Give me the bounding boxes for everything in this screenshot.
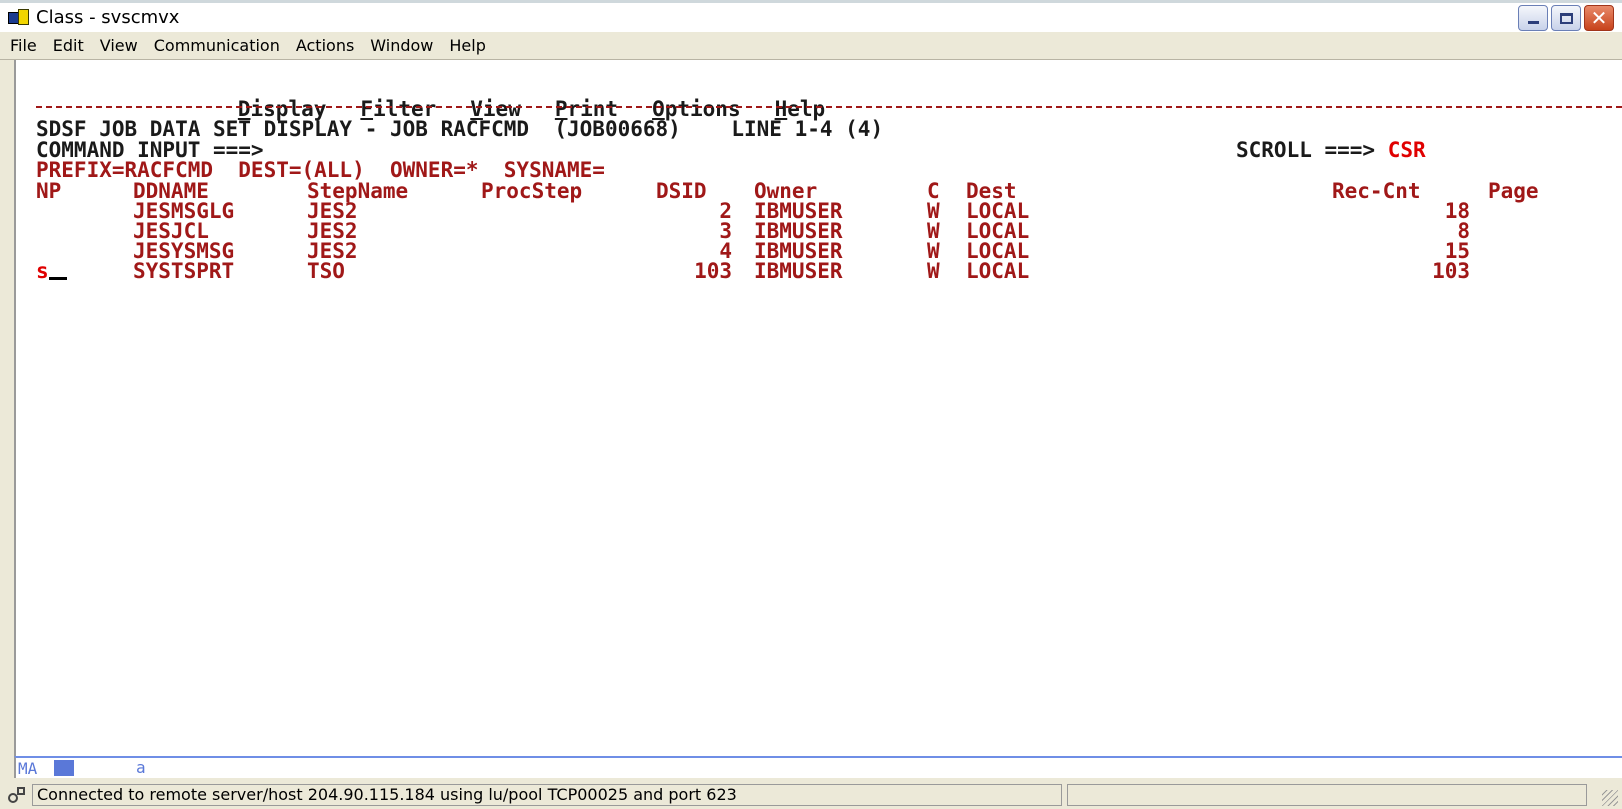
menu-communication[interactable]: Communication	[146, 36, 288, 55]
cell-dsid: 103	[694, 259, 732, 283]
col-reccnt: Rec-Cnt	[1332, 179, 1421, 203]
menu-window[interactable]: Window	[362, 36, 441, 55]
window-title: Class - svscmvx	[36, 7, 180, 28]
window-controls: ✕	[1518, 5, 1614, 31]
np-input-field[interactable]	[36, 221, 96, 242]
network-connection-icon	[6, 785, 28, 805]
menu-bar: File Edit View Communication Actions Win…	[0, 32, 1622, 60]
menu-view[interactable]: View	[92, 36, 146, 55]
panel-header-line: SDSF JOB DATA SET DISPLAY - JOB RACFCMD …	[36, 117, 884, 141]
scroll-label: SCROLL ===>	[1236, 138, 1376, 162]
cell-reccnt: 18	[1444, 199, 1470, 223]
operator-information-area: MA a	[14, 756, 1622, 778]
scroll-value-field[interactable]: CSR	[1388, 138, 1426, 162]
oia-mode: MA	[18, 759, 38, 778]
resize-grip-icon[interactable]	[1602, 790, 1618, 806]
terminal-screen[interactable]: Display Filter View Print Options Help SDSF J…	[14, 60, 1622, 756]
col-np: NP	[36, 179, 62, 203]
terminal-emulator-window: Class - svscmvx ✕ File Edit View Communi…	[0, 0, 1622, 809]
cell-ddname: SYSTSPRT	[133, 259, 235, 283]
menu-actions[interactable]: Actions	[288, 36, 362, 55]
cell-owner: IBMUSER	[754, 259, 843, 283]
np-input-field[interactable]: s	[36, 261, 96, 282]
status-bar: Connected to remote server/host 204.90.1…	[0, 780, 1622, 809]
col-procstep: ProcStep	[481, 179, 583, 203]
col-dsid: DSID	[656, 179, 707, 203]
cell-class: W	[927, 259, 940, 283]
minimize-icon	[1527, 21, 1539, 24]
menu-file[interactable]: File	[0, 36, 45, 55]
action-bar-separator	[36, 106, 1622, 108]
maximize-button[interactable]	[1551, 5, 1581, 31]
maximize-icon	[1559, 12, 1573, 24]
oia-indicator: a	[136, 758, 146, 777]
menu-help[interactable]: Help	[441, 36, 493, 55]
menu-edit[interactable]: Edit	[45, 36, 92, 55]
terminal-session-icon[interactable]	[8, 8, 30, 27]
col-page: Page	[1488, 179, 1539, 203]
np-input-field[interactable]	[36, 201, 96, 222]
text-cursor	[48, 277, 67, 280]
status-panel-empty	[1067, 783, 1587, 806]
cell-stepname: TSO	[307, 259, 345, 283]
minimize-button[interactable]	[1518, 5, 1548, 31]
close-icon: ✕	[1590, 6, 1608, 30]
filter-line: PREFIX=RACFCMD DEST=(ALL) OWNER=* SYSNAM…	[36, 158, 605, 182]
oia-connection-indicator	[54, 760, 74, 776]
close-button[interactable]: ✕	[1584, 5, 1614, 31]
scroll-amount: SCROLL ===> CSR	[1236, 140, 1426, 161]
cell-reccnt: 103	[1432, 259, 1470, 283]
connection-status-text: Connected to remote server/host 204.90.1…	[32, 783, 1062, 806]
title-bar[interactable]: Class - svscmvx ✕	[0, 0, 1622, 32]
cell-dest: LOCAL	[966, 259, 1030, 283]
